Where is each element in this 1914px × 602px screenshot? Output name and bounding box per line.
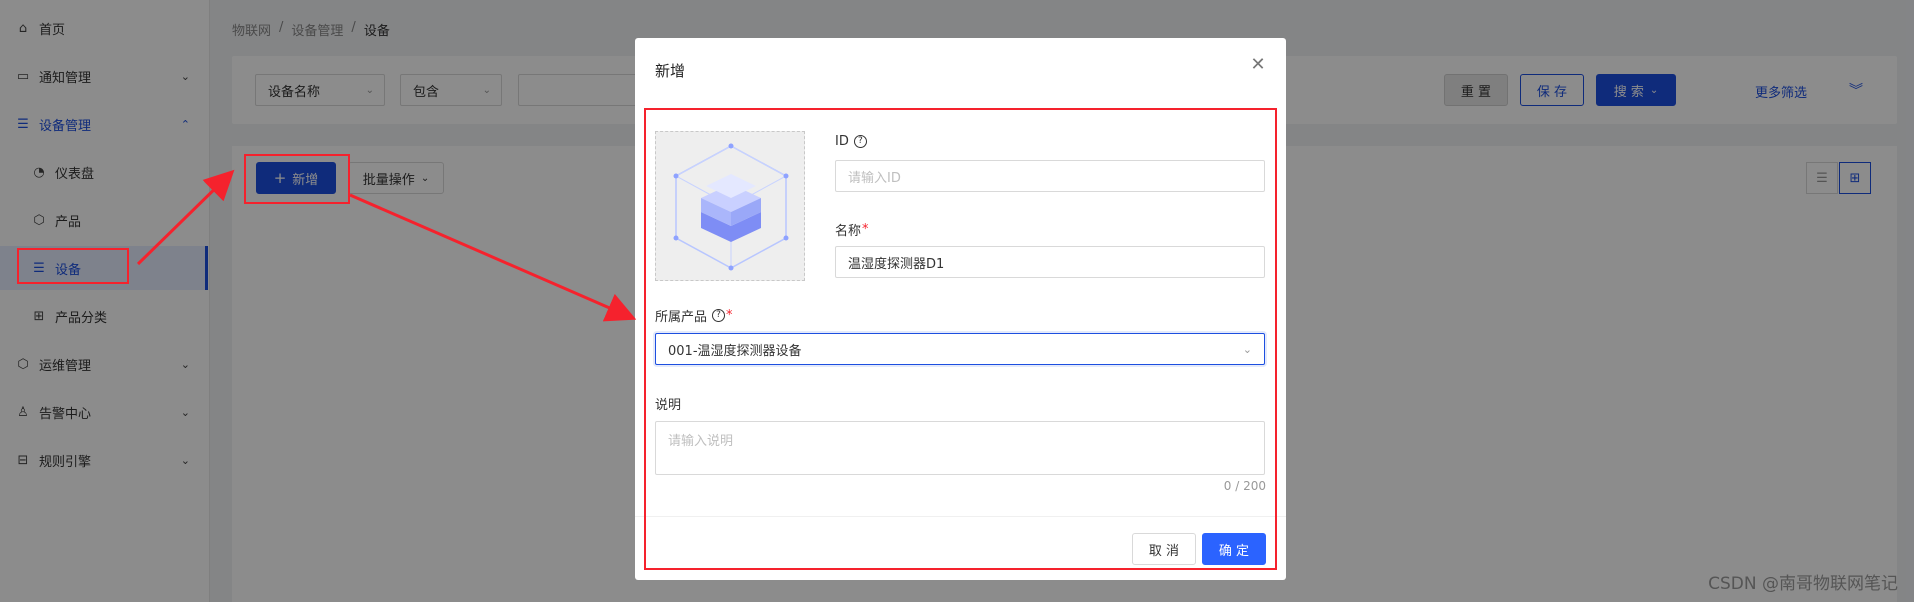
annotation-arrows (136, 169, 637, 322)
watermark: CSDN @南哥物联网笔记 (1708, 574, 1898, 594)
annotation-arrow (349, 193, 637, 322)
annotation-arrow (136, 169, 235, 266)
